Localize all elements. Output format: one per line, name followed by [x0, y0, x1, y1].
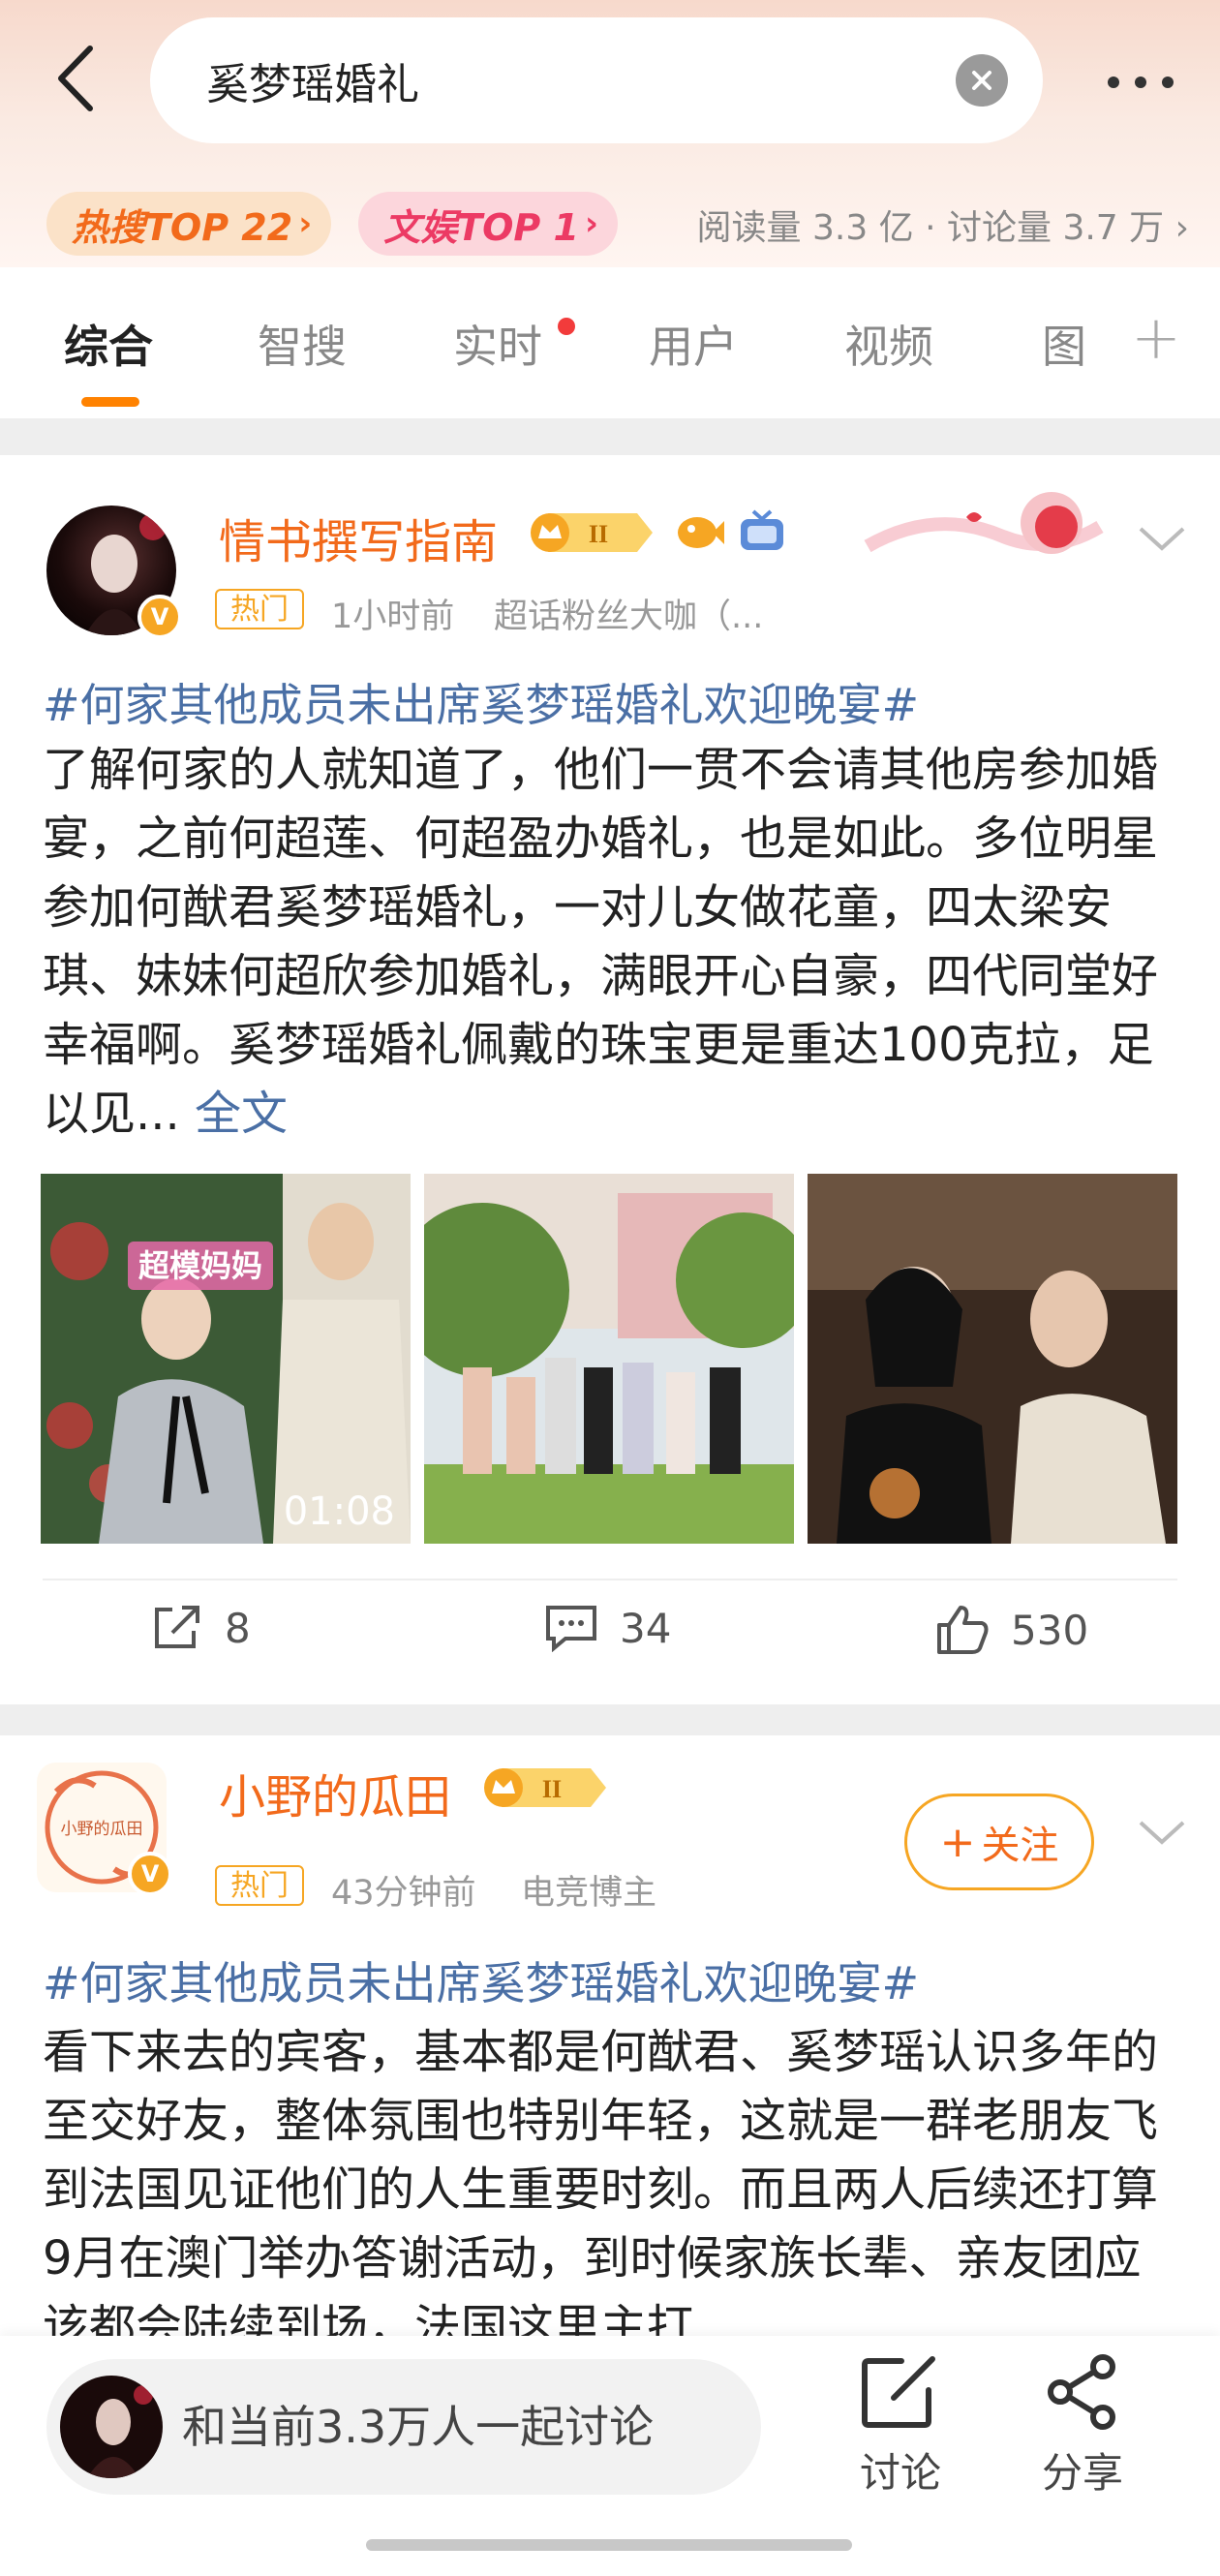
more-options-button[interactable]	[1083, 48, 1199, 116]
post-body: 了解何家的人就知道了，他们一贯不会请其他房参加婚宴，之前何超莲、何超盈办婚礼，也…	[43, 736, 1185, 1149]
add-tab-icon[interactable]: +	[1131, 302, 1181, 373]
post-video-thumbnail[interactable]: 超模妈妈 01:08	[41, 1174, 411, 1544]
user-avatar	[60, 2376, 163, 2478]
post-text: 了解何家的人就知道了，他们一贯不会请其他房参加婚宴，之前何超莲、何超盈办婚礼，也…	[43, 743, 1159, 1141]
dot-icon	[1108, 77, 1119, 88]
fish-badge-icon	[678, 517, 724, 548]
chevron-right-icon: ›	[584, 204, 598, 243]
video-duration: 01:08	[283, 1489, 395, 1534]
dot-icon	[1135, 77, 1146, 88]
comment-count: 34	[620, 1604, 672, 1652]
rank-badges: 热搜TOP 22 › 文娱TOP 1 ›	[46, 190, 645, 258]
tab-videos[interactable]: 视频	[844, 312, 933, 376]
hot-tag: 热门	[215, 589, 304, 629]
post-time: 1小时前	[331, 598, 455, 636]
chevron-right-icon: ›	[1174, 208, 1189, 248]
level-badge-icon: II	[531, 513, 653, 552]
verified-badge-icon: V	[128, 1852, 172, 1896]
thumbs-up-icon	[937, 1606, 989, 1654]
follow-label: 关注	[981, 1824, 1059, 1868]
follow-button[interactable]: + 关注	[904, 1794, 1094, 1890]
post-source: 超话粉丝大咖（...	[494, 598, 764, 636]
video-thumbnail-image: 超模妈妈	[41, 1174, 411, 1544]
share-label: 分享	[1041, 2449, 1123, 2497]
hot-search-rank-badge[interactable]: 热搜TOP 22 ›	[46, 192, 332, 256]
chevron-down-icon[interactable]	[1135, 519, 1189, 558]
level-badge-icon: II	[484, 1768, 606, 1807]
repost-icon	[155, 1606, 199, 1648]
comment-icon	[546, 1606, 596, 1652]
tab-comprehensive[interactable]: 综合	[64, 312, 153, 376]
decoration-sticker-icon	[864, 492, 1104, 554]
svg-text:II: II	[589, 520, 608, 548]
tab-users[interactable]: 用户	[649, 312, 738, 376]
avatar[interactable]: V	[46, 506, 182, 639]
discuss-label: 讨论	[859, 2449, 941, 2497]
ent-rank-label: 文娱TOP 1	[383, 205, 579, 249]
dot-icon	[1162, 77, 1174, 88]
repost-count: 8	[225, 1604, 251, 1652]
full-text-link[interactable]: 全文	[195, 1087, 288, 1141]
stats-text: 阅读量 3.3 亿 · 讨论量 3.7 万	[696, 208, 1165, 248]
share-button[interactable]: 分享	[1024, 2353, 1141, 2499]
search-input[interactable]: 奚梦瑶婚礼	[150, 17, 1043, 143]
join-discussion-text: 和当前3.3万人一起讨论	[182, 2401, 655, 2453]
username[interactable]: 小野的瓜田	[219, 1759, 451, 1826]
close-icon	[972, 71, 991, 90]
post-image[interactable]	[808, 1174, 1177, 1544]
divider	[43, 1579, 1177, 1580]
post-body: 看下来去的宾客，基本都是何猷君、奚梦瑶认识多年的至交好友，整体氛围也特别年轻，这…	[43, 2018, 1185, 2336]
post-time: 43分钟前	[331, 1874, 476, 1913]
svg-text:II: II	[542, 1775, 562, 1803]
post-card: 小野的瓜田 V 小野的瓜田 II + 关注 热门 43分钟前 电竞博主 #何家其…	[0, 1735, 1220, 2336]
join-discussion-input[interactable]: 和当前3.3万人一起讨论	[46, 2359, 761, 2495]
home-indicator	[366, 2539, 852, 2551]
tab-smart-search[interactable]: 智搜	[258, 312, 347, 376]
back-arrow-icon	[58, 46, 93, 111]
search-header: 奚梦瑶婚礼 热搜TOP 22 › 文娱TOP 1 › 阅读量 3.3 亿 · 讨论量…	[0, 0, 1220, 267]
entertainment-rank-badge[interactable]: 文娱TOP 1 ›	[358, 192, 618, 256]
chevron-down-icon[interactable]	[1135, 1813, 1189, 1852]
active-tab-indicator	[81, 397, 139, 407]
post-text: 看下来去的宾客，基本都是何猷君、奚梦瑶认识多年的至交好友，整体氛围也特别年轻，这…	[43, 2025, 1159, 2336]
notification-dot	[558, 318, 575, 335]
search-query-text: 奚梦瑶婚礼	[206, 60, 419, 109]
hot-rank-label: 热搜TOP 22	[72, 205, 293, 249]
like-button[interactable]: 530	[935, 1604, 1088, 1656]
repost-button[interactable]: 8	[151, 1604, 251, 1652]
discuss-button[interactable]: 讨论	[842, 2353, 959, 2499]
video-overlay-text: 超模妈妈	[138, 1247, 262, 1284]
hashtag-link[interactable]: #何家其他成员未出席奚梦瑶婚礼欢迎晚宴#	[43, 670, 919, 734]
topic-stats[interactable]: 阅读量 3.3 亿 · 讨论量 3.7 万 ›	[697, 199, 1189, 250]
plus-icon: +	[939, 1817, 976, 1867]
tab-realtime[interactable]: 实时	[453, 312, 542, 376]
avatar-image	[60, 2376, 163, 2478]
tab-images[interactable]: 图	[1042, 312, 1086, 376]
family-photo-image	[424, 1174, 794, 1544]
couple-photo-image	[808, 1174, 1177, 1544]
verified-badge-icon: V	[137, 595, 182, 639]
username[interactable]: 情书撰写指南	[219, 504, 498, 571]
back-button[interactable]	[41, 35, 108, 122]
hot-tag: 热门	[215, 1865, 304, 1906]
comment-button[interactable]: 34	[544, 1604, 671, 1652]
like-count: 530	[1011, 1606, 1089, 1654]
tab-bar: 综合 智搜 实时 用户 视频 图 +	[0, 267, 1220, 418]
tv-badge-icon	[741, 509, 783, 550]
post-image[interactable]	[424, 1174, 794, 1544]
avatar-logo-text: 小野的瓜田	[61, 1820, 143, 1839]
avatar[interactable]: 小野的瓜田 V	[37, 1763, 172, 1896]
chevron-right-icon: ›	[298, 204, 313, 243]
post-card: V 情书撰写指南 II 热门 1小时前 超话粉丝大咖（... #何家其他成员未出…	[0, 455, 1220, 1704]
share-icon	[1048, 2354, 1115, 2430]
edit-icon	[862, 2356, 935, 2428]
clear-search-button[interactable]	[956, 54, 1008, 107]
post-source: 电竞博主	[521, 1874, 657, 1913]
hashtag-link[interactable]: #何家其他成员未出席奚梦瑶婚礼欢迎晚宴#	[43, 1948, 919, 2012]
